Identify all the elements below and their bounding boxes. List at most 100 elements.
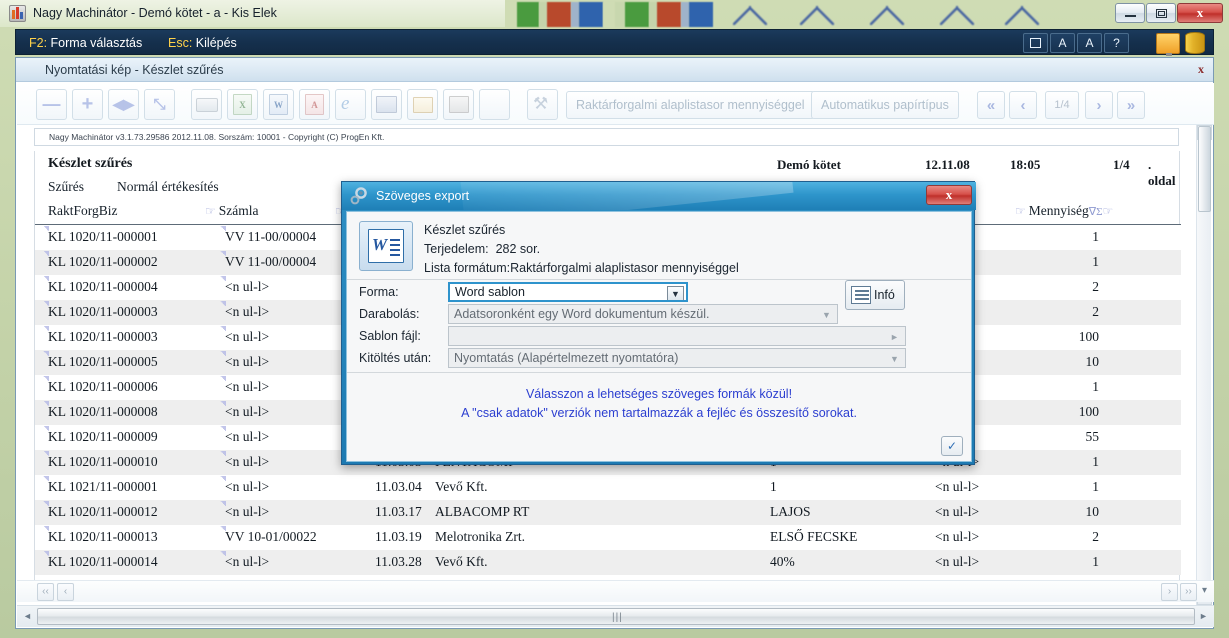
next-page-button[interactable]: › (1085, 91, 1113, 119)
table-cell-qty: 1 (1092, 554, 1099, 569)
kitoltes-utan-value: Nyomtatás (Alapértelmezett nyomtatóra) (454, 351, 679, 365)
kitoltes-utan-select[interactable]: Nyomtatás (Alapértelmezett nyomtatóra) ▼ (448, 348, 906, 368)
minimize-button[interactable] (1115, 3, 1145, 23)
table-cell-partner: Vevő Kft. (435, 479, 488, 494)
info-button[interactable]: Infó (845, 280, 905, 310)
table-cell-qty: 100 (1078, 329, 1099, 344)
scrollbar-thumb[interactable] (1198, 126, 1211, 212)
horizontal-scrollbar[interactable]: ◄ ||| ► (17, 605, 1214, 627)
last-page-button[interactable]: » (1117, 91, 1145, 119)
pager-prev-button[interactable]: ‹ (57, 583, 74, 601)
table-cell-rakt: KL 1020/11-000005 (48, 354, 158, 369)
menubar-buttons[interactable]: A A ? (1023, 33, 1129, 53)
menubar-status-icons[interactable] (1156, 32, 1205, 56)
pager-dropdown-icon[interactable]: ▾ (1196, 583, 1213, 601)
chevron-down-icon[interactable]: ▼ (886, 351, 903, 366)
monitor-icon[interactable] (1156, 32, 1180, 56)
sablon-fajl-input[interactable]: ► (448, 326, 906, 346)
dialog-titlebar[interactable]: Szöveges export x (342, 182, 976, 210)
filter-icon[interactable]: ∇Σ (1089, 206, 1103, 218)
scroll-right-icon[interactable]: ► (1196, 608, 1211, 625)
report-time: 18:05 (1010, 157, 1041, 172)
dialog-title: Szöveges export (376, 189, 470, 203)
menu-key-f2: F2: (29, 36, 48, 50)
report-vertical-scrollbar[interactable]: ▲ ▼ (1196, 125, 1212, 605)
menu-item-forma-valasztas[interactable]: F2: Forma választás (22, 33, 149, 53)
chevron-down-icon[interactable]: ▼ (818, 307, 835, 322)
table-cell-partner: Melotronika Zrt. (435, 529, 525, 544)
pager-first-button[interactable]: ‹‹ (37, 583, 54, 601)
table-cell-ref: LAJOS (770, 504, 811, 519)
menu-item-kilepes[interactable]: Esc: Kilépés (161, 33, 244, 53)
label-darabolas: Darabolás: (359, 307, 420, 321)
scroll-left-icon[interactable]: ◄ (20, 608, 35, 625)
dialog-summary: Készlet szűrés Terjedelem: 282 sor. List… (347, 212, 971, 280)
browser-export-button[interactable]: e (335, 89, 366, 120)
excel-export-button[interactable]: X (227, 89, 258, 120)
first-page-button[interactable]: « (977, 91, 1005, 119)
database-icon[interactable] (1185, 32, 1205, 54)
table-row[interactable]: KL 1021/11-000001 <n ul-l> 11.03.04 Vevő Kf… (35, 475, 1181, 500)
darabolas-select[interactable]: Adatsoronként egy Word dokumentum készül… (448, 304, 838, 324)
sort-icon-2[interactable]: ☞ (1103, 204, 1114, 218)
help-button[interactable]: ? (1104, 33, 1129, 53)
pager-next-button[interactable]: › (1161, 583, 1178, 601)
column-header-szamla[interactable]: ☞ Számla (205, 203, 259, 219)
close-icon[interactable]: x (926, 185, 972, 205)
chevron-right-icon[interactable]: ► (886, 329, 903, 344)
table-row[interactable]: KL 1020/11-000013 VV 10-01/00022 11.03.19 M… (35, 525, 1181, 550)
chevron-down-icon[interactable]: ▼ (667, 286, 684, 300)
forma-select[interactable]: Word sablon ▼ (448, 282, 688, 302)
hscrollbar-thumb[interactable]: ||| (37, 608, 1195, 625)
maximize-button[interactable] (1146, 3, 1176, 23)
titlebar-stripe (539, 2, 547, 27)
window-mode-button[interactable] (1023, 33, 1048, 53)
settings-button[interactable]: ⚒ (527, 89, 558, 120)
screen-preview-button[interactable] (371, 89, 402, 120)
titlebar-chevron-decoration (870, 6, 904, 25)
archive-button[interactable] (443, 89, 474, 120)
report-title: Készlet szűrés (48, 156, 133, 171)
pdf-export-button[interactable]: A (299, 89, 330, 120)
zoom-out-button[interactable]: — (36, 89, 67, 120)
dialog-message-2: A "csak adatok" verziók nem tartalmazzák… (461, 406, 857, 420)
table-cell-date: 11.03.17 (375, 504, 422, 519)
word-export-button[interactable]: W (263, 89, 294, 120)
print-button[interactable] (191, 89, 222, 120)
print-preview-titlebar[interactable]: Nyomtatási kép - Készlet szűrés x (16, 58, 1213, 82)
column-header-mennyiseg[interactable]: ☞ Mennyiség∇Σ☞ (1015, 203, 1116, 219)
column-header-raktforgbiz[interactable]: RaktForgBiz (48, 203, 118, 219)
word-icon: W (269, 94, 288, 115)
fit-width-button[interactable]: ◀▶ (108, 89, 139, 120)
paper-type-button[interactable]: Automatikus papírtípus (811, 91, 959, 119)
titlebar-chevron-decoration (800, 6, 834, 25)
zoom-in-button[interactable]: + (72, 89, 103, 120)
prev-page-button[interactable]: ‹ (1009, 91, 1037, 119)
table-row[interactable]: KL 1020/11-000012 <n ul-l> 11.03.17 ALBACOM… (35, 500, 1181, 525)
font-smaller-button[interactable]: A (1077, 33, 1102, 53)
window-titlebar[interactable]: Nagy Machinátor - Demó kötet - a - Kis E… (0, 0, 1229, 27)
close-icon[interactable]: x (1177, 3, 1223, 23)
internet-explorer-icon: e (341, 93, 350, 114)
blank-button[interactable] (479, 89, 510, 120)
print-preview-title: Nyomtatási kép - Készlet szűrés (45, 63, 224, 77)
mail-send-button[interactable] (407, 89, 438, 120)
titlebar-chevron-decoration (1005, 6, 1039, 25)
ok-button[interactable]: ✓ (941, 436, 963, 456)
table-cell-ref: 40% (770, 554, 795, 569)
font-larger-button[interactable]: A (1050, 33, 1075, 53)
table-cell-szamla: VV 11-00/00004 (225, 229, 317, 244)
window-controls[interactable]: x (1115, 3, 1223, 23)
pager-last-button[interactable]: ›› (1180, 583, 1197, 601)
table-cell-szamla: VV 11-00/00004 (225, 254, 317, 269)
table-row[interactable]: KL 1020/11-000014 <n ul-l> 11.03.28 Vevő Kf… (35, 550, 1181, 575)
titlebar-stripe (579, 2, 603, 27)
list-format-button[interactable]: Raktárforgalmi alaplistasor mennyiséggel (566, 91, 815, 119)
table-cell-rakt: KL 1020/11-000004 (48, 279, 158, 294)
dialog-extent: Terjedelem: 282 sor. (424, 242, 540, 256)
application-window: Nagy Machinátor - Demó kötet - a - Kis E… (0, 0, 1229, 638)
table-cell-szamla: <n ul-l> (225, 404, 270, 419)
close-icon[interactable]: x (1192, 61, 1210, 77)
menu-label-esc: Kilépés (195, 36, 237, 50)
fit-page-button[interactable]: ⤡ (144, 89, 175, 120)
